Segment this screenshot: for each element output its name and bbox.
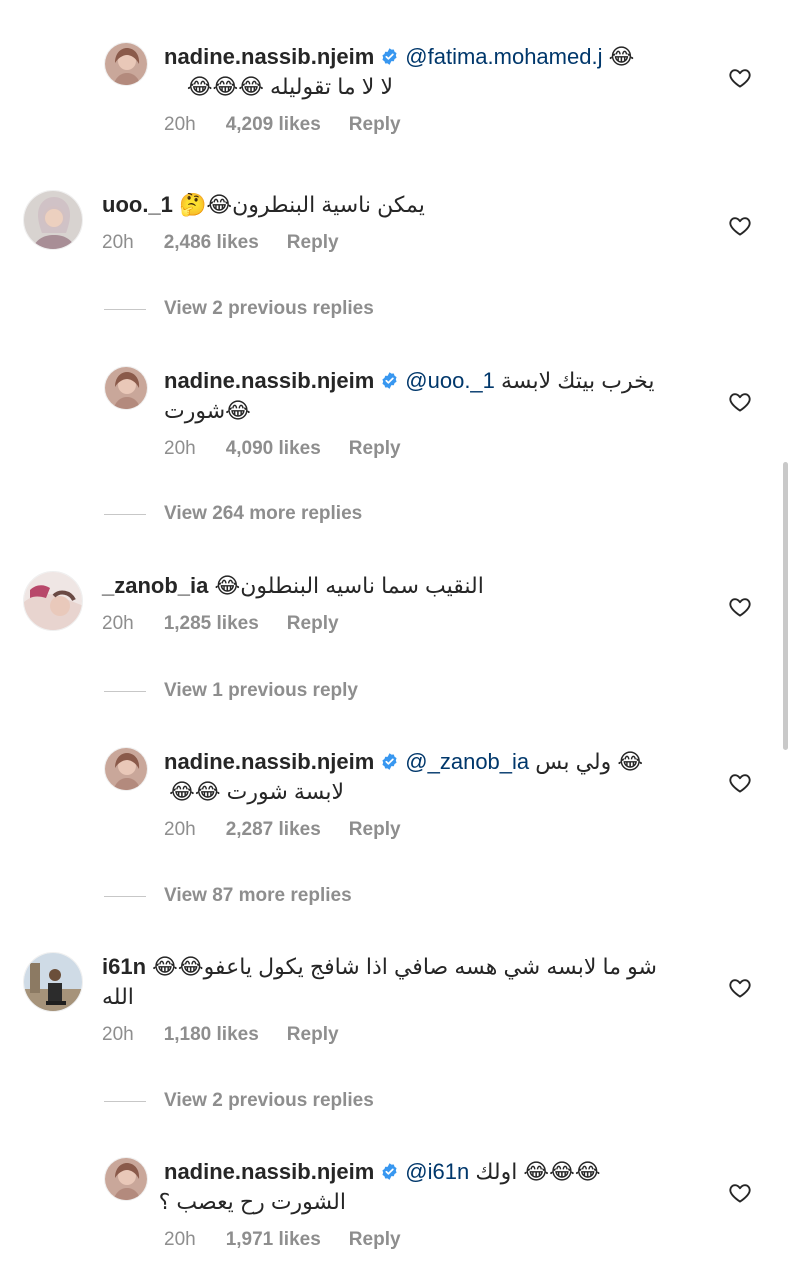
comment-body: النقيب سما ناسيه البنطلون😂: [214, 573, 484, 598]
timestamp: 20h: [102, 232, 134, 253]
reply-comment: nadine.nassib.njeim @fatima.mohamed.j 😂 ل…: [0, 42, 794, 152]
divider: [104, 513, 146, 515]
comment-text: nadine.nassib.njeim @_zanob_ia 😂 ولي بس ل…: [164, 747, 643, 807]
comment-meta: 20h 1,180 likes Reply: [102, 1024, 367, 1046]
reply-button[interactable]: Reply: [349, 1229, 401, 1250]
comment-body: يخرب بيتك لابسة: [501, 368, 655, 393]
timestamp: 20h: [164, 114, 196, 135]
view-replies-button[interactable]: View 1 previous reply: [104, 680, 358, 702]
top-level-comment: _zanob_ia النقيب سما ناسيه البنطلون😂 20h…: [0, 571, 794, 641]
view-replies-label[interactable]: View 1 previous reply: [164, 680, 358, 702]
username[interactable]: nadine.nassib.njeim: [164, 44, 374, 69]
comment-body: 😂 ولي بس: [535, 749, 644, 774]
comment-body-line2: شورت😂: [164, 398, 251, 423]
divider: [104, 1100, 146, 1102]
heart-outline-icon[interactable]: [728, 214, 752, 238]
timestamp: 20h: [102, 1024, 134, 1045]
reply-comment: nadine.nassib.njeim @uoo._1 يخرب بيتك لاب…: [0, 366, 794, 476]
heart-outline-icon[interactable]: [728, 390, 752, 414]
mention-link[interactable]: @_zanob_ia: [405, 749, 529, 774]
verified-badge-icon: [380, 752, 399, 771]
reply-button[interactable]: Reply: [349, 114, 401, 135]
heart-outline-icon[interactable]: [728, 595, 752, 619]
comment-text: _zanob_ia النقيب سما ناسيه البنطلون😂: [102, 571, 484, 601]
top-level-comment: i61n شو ما لابسه شي هسه صافي اذا شافج يك…: [0, 952, 794, 1052]
username[interactable]: uoo._1: [102, 192, 173, 217]
verified-badge-icon: [380, 47, 399, 66]
verified-badge-icon: [380, 371, 399, 390]
view-replies-label[interactable]: View 2 previous replies: [164, 298, 374, 320]
avatar[interactable]: [104, 42, 148, 86]
avatar[interactable]: [23, 190, 83, 250]
reply-button[interactable]: Reply: [349, 819, 401, 840]
avatar[interactable]: [23, 952, 83, 1012]
comment-meta: 20h 4,209 likes Reply: [164, 114, 429, 136]
comment-meta: 20h 1,285 likes Reply: [102, 613, 367, 635]
mention-link[interactable]: @uoo._1: [405, 368, 495, 393]
view-replies-label[interactable]: View 87 more replies: [164, 885, 352, 907]
comment-body: شو ما لابسه شي هسه صافي اذا شافج يكول يا…: [152, 954, 657, 979]
comment-meta: 20h 4,090 likes Reply: [164, 438, 429, 460]
divider: [104, 690, 146, 692]
view-replies-button[interactable]: View 264 more replies: [104, 503, 362, 525]
timestamp: 20h: [164, 438, 196, 459]
heart-outline-icon[interactable]: [728, 771, 752, 795]
avatar[interactable]: [104, 366, 148, 410]
comment-body-line2: الشورت رح يعصب ؟: [158, 1189, 346, 1214]
reply-button[interactable]: Reply: [287, 613, 339, 634]
comment-text: uoo._1 يمكن ناسية البنطرون😂🤔: [102, 190, 425, 220]
view-replies-label[interactable]: View 2 previous replies: [164, 1090, 374, 1112]
likes-count[interactable]: 1,971 likes: [226, 1229, 321, 1250]
username[interactable]: _zanob_ia: [102, 573, 208, 598]
username[interactable]: nadine.nassib.njeim: [164, 749, 374, 774]
reply-comment: nadine.nassib.njeim @i61n 😂😂😂 اولك الشورت…: [0, 1157, 794, 1267]
comment-text: i61n شو ما لابسه شي هسه صافي اذا شافج يك…: [102, 952, 657, 1012]
heart-outline-icon[interactable]: [728, 66, 752, 90]
mention-link[interactable]: @i61n: [405, 1159, 469, 1184]
avatar[interactable]: [104, 1157, 148, 1201]
divider: [104, 895, 146, 897]
comment-body: يمكن ناسية البنطرون😂🤔: [179, 192, 425, 217]
mention-link[interactable]: @fatima.mohamed.j: [405, 44, 602, 69]
likes-count[interactable]: 4,209 likes: [226, 114, 321, 135]
avatar[interactable]: [23, 571, 83, 631]
comment-emoji: 😂: [608, 44, 635, 69]
verified-badge-icon: [380, 1162, 399, 1181]
reply-button[interactable]: Reply: [349, 438, 401, 459]
scrollbar[interactable]: [783, 462, 788, 750]
heart-outline-icon[interactable]: [728, 976, 752, 1000]
avatar[interactable]: [104, 747, 148, 791]
comment-text: nadine.nassib.njeim @fatima.mohamed.j 😂 ل…: [164, 42, 634, 102]
comment-text: nadine.nassib.njeim @i61n 😂😂😂 اولك الشورت…: [158, 1157, 601, 1217]
comment-meta: 20h 2,287 likes Reply: [164, 819, 429, 841]
likes-count[interactable]: 2,287 likes: [226, 819, 321, 840]
likes-count[interactable]: 1,180 likes: [164, 1024, 259, 1045]
comment-body: 😂😂😂 اولك: [475, 1159, 601, 1184]
comment-meta: 20h 1,971 likes Reply: [164, 1229, 429, 1251]
likes-count[interactable]: 2,486 likes: [164, 232, 259, 253]
timestamp: 20h: [164, 819, 196, 840]
comment-text: nadine.nassib.njeim @uoo._1 يخرب بيتك لاب…: [164, 366, 654, 426]
username[interactable]: nadine.nassib.njeim: [164, 368, 374, 393]
reply-comment: nadine.nassib.njeim @_zanob_ia 😂 ولي بس ل…: [0, 747, 794, 857]
comment-meta: 20h 2,486 likes Reply: [102, 232, 367, 254]
comment-body-line2: الله: [102, 984, 134, 1009]
reply-button[interactable]: Reply: [287, 232, 339, 253]
username[interactable]: nadine.nassib.njeim: [164, 1159, 374, 1184]
view-replies-button[interactable]: View 2 previous replies: [104, 298, 374, 320]
timestamp: 20h: [102, 613, 134, 634]
comment-body: لا لا ما تقوليله 😂😂😂: [186, 74, 393, 99]
reply-button[interactable]: Reply: [287, 1024, 339, 1045]
view-replies-button[interactable]: View 87 more replies: [104, 885, 352, 907]
view-replies-label[interactable]: View 264 more replies: [164, 503, 362, 525]
username[interactable]: i61n: [102, 954, 146, 979]
comment-body-line2: لابسة شورت 😂😂: [169, 779, 344, 804]
likes-count[interactable]: 4,090 likes: [226, 438, 321, 459]
timestamp: 20h: [164, 1229, 196, 1250]
heart-outline-icon[interactable]: [728, 1181, 752, 1205]
likes-count[interactable]: 1,285 likes: [164, 613, 259, 634]
divider: [104, 308, 146, 310]
view-replies-button[interactable]: View 2 previous replies: [104, 1090, 374, 1112]
top-level-comment: uoo._1 يمكن ناسية البنطرون😂🤔 20h 2,486 li…: [0, 190, 794, 260]
